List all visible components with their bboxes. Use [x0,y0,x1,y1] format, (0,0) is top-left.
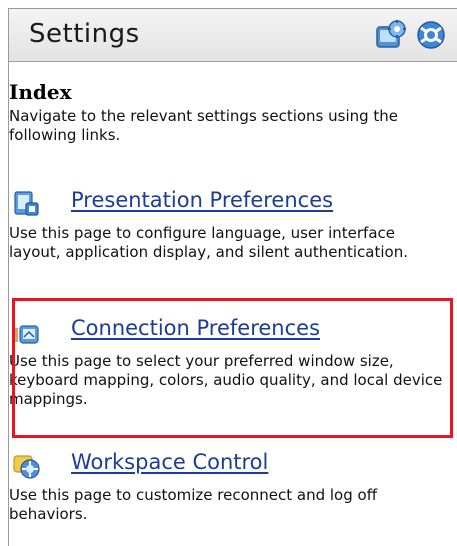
workspace-control-description: Use this page to customize reconnect and… [9,486,378,523]
monitor-icon [14,191,39,216]
presentation-preferences-description: Use this page to configure language, use… [9,224,408,261]
index-heading: Index [9,80,72,104]
presentation-preferences-link[interactable]: Presentation Preferences [71,188,333,212]
workspace-icon [13,455,40,479]
page-title: Settings [29,19,140,49]
index-description: Navigate to the relevant settings sectio… [9,107,399,144]
settings-icon[interactable] [375,19,407,51]
workspace-control-link[interactable]: Workspace Control [71,450,268,474]
highlight-box [12,298,453,438]
settings-header: Settings [9,9,457,62]
help-icon[interactable] [415,19,447,51]
